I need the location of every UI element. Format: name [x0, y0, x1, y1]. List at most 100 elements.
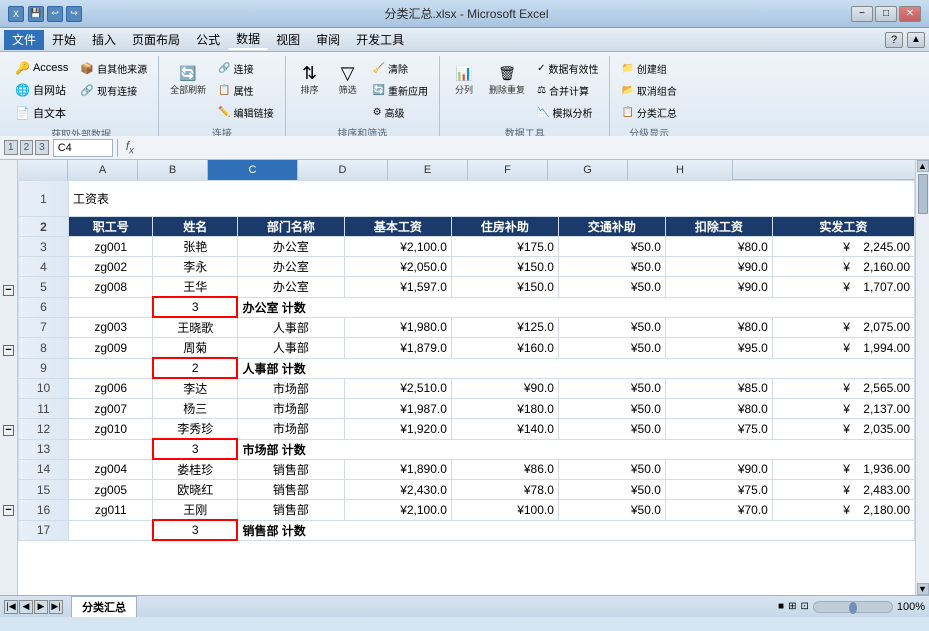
scroll-down-btn[interactable]: ▼	[917, 583, 929, 595]
status-bar-right: ■ ⊞ ⊡ 100%	[778, 601, 925, 613]
access-button[interactable]: 🔑 Access	[10, 58, 73, 78]
zoom-level: 100%	[897, 601, 925, 613]
scroll-track[interactable]	[918, 172, 928, 583]
create-group-button[interactable]: 📁 创建组	[616, 58, 681, 79]
scroll-thumb[interactable]	[918, 174, 928, 214]
text-button[interactable]: 📄 自文本	[10, 102, 73, 124]
data-tools-label: 数据工具	[505, 125, 545, 136]
sort-icon: ⇅	[298, 61, 322, 85]
data-tools-buttons: 📊 分列 🗑 删除重复 ✓ 数据有效性 ⚖ 合	[446, 58, 603, 123]
sheet-next-btn[interactable]: ▶	[34, 600, 48, 614]
connections-buttons: 🔄 全部刷新 🔗 连接 📋 属性 ✏️	[165, 58, 278, 123]
normal-view-btn[interactable]: ■	[778, 601, 784, 612]
filter-icon: ▽	[336, 61, 360, 85]
row-num-5: 5	[19, 277, 69, 298]
outline-level-3[interactable]: 3	[35, 140, 49, 155]
vertical-scrollbar[interactable]: ▲ ▼	[915, 160, 929, 595]
consolidate-button[interactable]: ⚖ 合并计算	[532, 80, 603, 101]
menu-file[interactable]: 文件	[4, 30, 44, 50]
existing-connections-button[interactable]: 🔗 现有连接	[75, 80, 152, 101]
remove-duplicates-button[interactable]: 🗑 删除重复	[484, 58, 530, 99]
subtotal-button[interactable]: 📋 分类汇总	[616, 102, 681, 123]
col-header-e[interactable]: E	[388, 160, 468, 180]
data-validation-button[interactable]: ✓ 数据有效性	[532, 58, 603, 79]
row-num-16: 16	[19, 500, 69, 521]
other-sources-button[interactable]: 📦 自其他来源	[75, 58, 152, 79]
menu-developer[interactable]: 开发工具	[348, 30, 412, 50]
ungroup-button[interactable]: 📂 取消组合	[616, 80, 681, 101]
scroll-up-btn[interactable]: ▲	[917, 160, 929, 172]
menu-data[interactable]: 数据	[228, 30, 268, 50]
col-header-b[interactable]: B	[138, 160, 208, 180]
title-cell: 工资表	[69, 181, 915, 217]
page-layout-btn[interactable]: ⊞	[788, 601, 796, 612]
fx-label: fx	[122, 139, 138, 156]
sheet-prev-btn[interactable]: ◀	[19, 600, 33, 614]
minimize-button[interactable]: −	[851, 6, 873, 22]
what-if-button[interactable]: 📉 模拟分析	[532, 102, 603, 123]
menu-page-layout[interactable]: 页面布局	[124, 30, 188, 50]
col-header-g[interactable]: G	[548, 160, 628, 180]
web-button[interactable]: 🌐 自网站	[10, 79, 73, 101]
minus-btn-3[interactable]: −	[0, 420, 17, 440]
refresh-label: 全部刷新	[170, 85, 206, 96]
refresh-all-button[interactable]: 🔄 全部刷新	[165, 58, 211, 99]
help-button[interactable]: ?	[885, 32, 903, 48]
table-row: 12 zg010 李秀珍 市场部 ¥1,920.0 ¥140.0 ¥50.0 ¥…	[19, 419, 915, 440]
undo-icon[interactable]: ↩	[47, 6, 63, 22]
other-sources-icon: 📦	[80, 62, 94, 75]
sort-button[interactable]: ⇅ 排序	[292, 58, 328, 99]
external-data-label: 获取外部数据	[51, 126, 111, 136]
clear-button[interactable]: 🧹 清除	[368, 58, 433, 79]
window-controls: − □ ✕	[851, 6, 921, 22]
sheet-last-btn[interactable]: ▶|	[49, 600, 63, 614]
edit-links-button[interactable]: ✏️ 编辑链接	[213, 102, 278, 123]
minus-btn-2[interactable]: −	[0, 340, 17, 360]
menu-formula[interactable]: 公式	[188, 30, 228, 50]
row-num-10: 10	[19, 378, 69, 399]
col-header-a[interactable]: A	[68, 160, 138, 180]
restore-button[interactable]: □	[875, 6, 897, 22]
menu-home[interactable]: 开始	[44, 30, 84, 50]
row-num-13: 13	[19, 439, 69, 459]
col-header-f[interactable]: F	[468, 160, 548, 180]
table-row: 15 zg005 欧晓红 销售部 ¥2,430.0 ¥78.0 ¥50.0 ¥7…	[19, 480, 915, 500]
advanced-button[interactable]: ⚙ 高级	[368, 102, 433, 123]
row-num-7: 7	[19, 317, 69, 338]
sheet-tab-1[interactable]: 分类汇总	[71, 596, 137, 617]
spreadsheet-container: − − − − A B C D E F G H	[0, 160, 929, 595]
ribbon-collapse-button[interactable]: ▲	[907, 32, 925, 48]
outline-level-1[interactable]: 1	[4, 140, 18, 155]
split-column-button[interactable]: 📊 分列	[446, 58, 482, 99]
outline-level-2[interactable]: 2	[20, 140, 34, 155]
minus-btn-1[interactable]: −	[0, 280, 17, 300]
formula-input[interactable]	[142, 139, 925, 157]
save-icon[interactable]: 💾	[28, 6, 44, 22]
header-col-a: 职工号	[69, 217, 153, 237]
minus-btn-4[interactable]: −	[0, 500, 17, 520]
col-header-d[interactable]: D	[298, 160, 388, 180]
redo-icon[interactable]: ↪	[66, 6, 82, 22]
zoom-slider[interactable]	[813, 601, 893, 613]
subtotal-row-6: 6 3 办公室 计数	[19, 297, 915, 317]
menu-insert[interactable]: 插入	[84, 30, 124, 50]
reapply-button[interactable]: 🔄 重新应用	[368, 80, 433, 101]
page-break-btn[interactable]: ⊡	[800, 601, 808, 612]
col-header-h[interactable]: H	[628, 160, 733, 180]
sheet-first-btn[interactable]: |◀	[4, 600, 18, 614]
properties-button[interactable]: 📋 属性	[213, 80, 278, 101]
menu-review[interactable]: 审阅	[308, 30, 348, 50]
close-button[interactable]: ✕	[899, 6, 921, 22]
menu-view[interactable]: 视图	[268, 30, 308, 50]
header-col-g: 扣除工资	[665, 217, 772, 237]
connections-group-label: 连接	[212, 125, 232, 136]
row-num-6: 6	[19, 297, 69, 317]
table-scroll[interactable]: 1 工资表 2 职工号 姓名 部门名称 基本工资 住房补助 交通补助 扣除工资 …	[18, 180, 915, 595]
col-header-c[interactable]: C	[208, 160, 298, 180]
ribbon-content: 🔑 Access 🌐 自网站 📄 自文本	[4, 56, 925, 136]
filter-button[interactable]: ▽ 筛选	[330, 58, 366, 99]
name-box[interactable]: C4	[53, 139, 113, 157]
ribbon-group-external-data: 🔑 Access 🌐 自网站 📄 自文本	[4, 56, 159, 136]
connections-btn[interactable]: 🔗 连接	[213, 58, 278, 79]
row-num-17: 17	[19, 520, 69, 540]
